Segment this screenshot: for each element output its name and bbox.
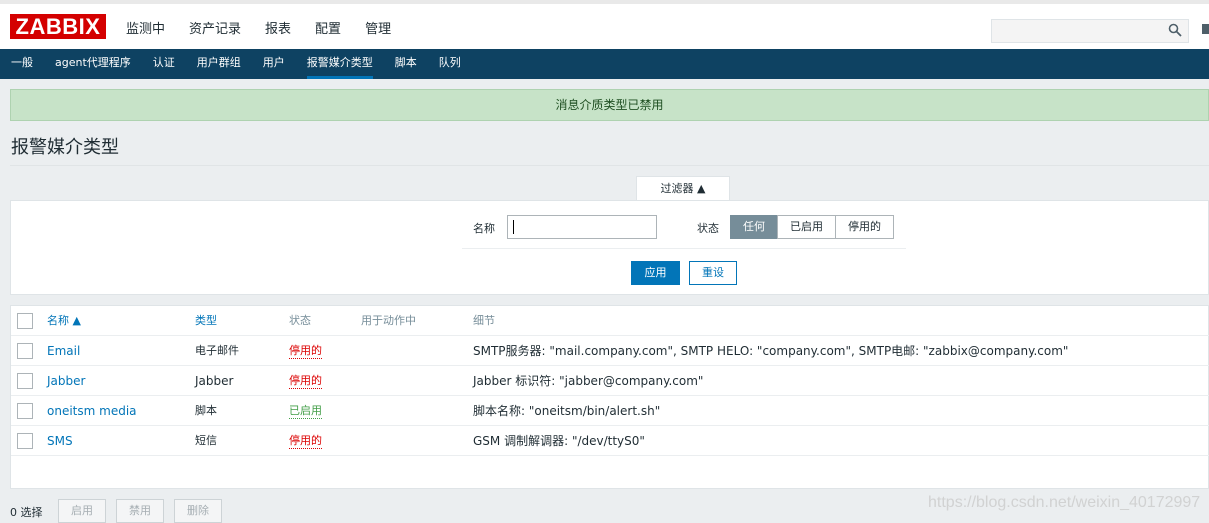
media-name-link[interactable]: SMS — [47, 426, 73, 456]
status-toggle-disabled[interactable]: 停用的 — [289, 344, 322, 359]
media-details: GSM 调制解调器: "/dev/ttyS0" — [473, 434, 645, 448]
status-disabled[interactable]: 停用的 — [835, 215, 894, 239]
header-details: 细节 — [473, 314, 495, 327]
table-row: oneitsm media 脚本 已启用 脚本名称: "oneitsm/bin/… — [11, 396, 1209, 426]
main-nav: 监测中 资产记录 报表 配置 管理 — [126, 18, 415, 37]
header-name[interactable]: 名称 ▲ — [47, 306, 81, 336]
filter-panel: 名称 状态 任何 已启用 停用的 应用 重设 — [10, 200, 1209, 295]
filter-name-label: 名称 — [473, 222, 495, 235]
table-row: SMS 短信 停用的 GSM 调制解调器: "/dev/ttyS0" — [11, 426, 1209, 456]
page-title: 报警媒介类型 — [11, 137, 119, 158]
nav-administration[interactable]: 管理 — [365, 18, 391, 37]
media-details: 脚本名称: "oneitsm/bin/alert.sh" — [473, 404, 661, 418]
select-all-checkbox[interactable] — [17, 313, 33, 329]
selected-count: 0 选择 — [10, 506, 43, 519]
subnav-proxies[interactable]: agent代理程序 — [55, 49, 131, 79]
apply-button[interactable]: 应用 — [631, 261, 680, 285]
media-name-link[interactable]: oneitsm media — [47, 396, 137, 426]
success-message: 消息介质类型已禁用 — [10, 89, 1209, 121]
media-type: 电子邮件 — [195, 344, 239, 357]
table-row: Jabber Jabber 停用的 Jabber 标识符: "jabber@co… — [11, 366, 1209, 396]
subnav-scripts[interactable]: 脚本 — [395, 49, 417, 79]
nav-monitoring[interactable]: 监测中 — [126, 18, 165, 37]
status-enabled[interactable]: 已启用 — [777, 215, 836, 239]
status-segmented-control: 任何 已启用 停用的 — [730, 215, 894, 239]
status-toggle-disabled[interactable]: 停用的 — [289, 434, 322, 449]
header-status: 状态 — [289, 314, 311, 327]
nav-reports[interactable]: 报表 — [265, 18, 291, 37]
media-details: Jabber 标识符: "jabber@company.com" — [473, 374, 704, 388]
filter-status-label: 状态 — [697, 222, 719, 235]
media-type: 短信 — [195, 434, 217, 447]
table-header-row: 名称 ▲ 类型 状态 用于动作中 细节 — [11, 306, 1209, 336]
nav-configuration[interactable]: 配置 — [315, 18, 341, 37]
media-type: Jabber — [195, 374, 234, 388]
filter-tab[interactable]: 过滤器 ▲ — [636, 176, 730, 201]
filter-name-input[interactable] — [507, 215, 657, 239]
reset-button[interactable]: 重设 — [689, 261, 737, 285]
header-type[interactable]: 类型 — [195, 306, 217, 336]
row-checkbox[interactable] — [17, 373, 33, 389]
media-types-table: 名称 ▲ 类型 状态 用于动作中 细节 Email 电子邮件 停用的 SMTP服… — [10, 305, 1209, 489]
text-cursor — [513, 220, 514, 234]
subnav-queue[interactable]: 队列 — [439, 49, 461, 79]
subnav-users[interactable]: 用户 — [263, 49, 285, 79]
sub-nav: 一般 agent代理程序 认证 用户群组 用户 报警媒介类型 脚本 队列 — [0, 49, 1209, 79]
title-divider — [10, 165, 1209, 166]
subnav-media-types[interactable]: 报警媒介类型 — [306, 49, 373, 79]
status-toggle-disabled[interactable]: 停用的 — [289, 374, 322, 389]
nav-inventory[interactable]: 资产记录 — [189, 18, 241, 37]
media-details: SMTP服务器: "mail.company.com", SMTP HELO: … — [473, 344, 1069, 358]
share-icon[interactable] — [1202, 24, 1209, 34]
media-name-link[interactable]: Email — [47, 336, 80, 366]
subnav-authentication[interactable]: 认证 — [153, 49, 175, 79]
status-any[interactable]: 任何 — [730, 215, 778, 239]
status-toggle-enabled[interactable]: 已启用 — [289, 404, 322, 419]
media-type: 脚本 — [195, 404, 217, 417]
zabbix-logo[interactable]: ZABBIX — [10, 14, 106, 39]
search-input[interactable] — [991, 19, 1189, 43]
search-icon[interactable] — [1168, 23, 1182, 37]
enable-button[interactable]: 启用 — [58, 499, 106, 523]
row-checkbox[interactable] — [17, 403, 33, 419]
header-used-in-actions: 用于动作中 — [361, 314, 416, 327]
watermark: https://blog.csdn.net/weixin_40172997 — [928, 494, 1201, 511]
subnav-general[interactable]: 一般 — [11, 49, 33, 79]
filter-divider — [462, 248, 906, 249]
row-checkbox[interactable] — [17, 343, 33, 359]
subnav-user-groups[interactable]: 用户群组 — [197, 49, 241, 79]
delete-button[interactable]: 删除 — [174, 499, 222, 523]
media-name-link[interactable]: Jabber — [47, 366, 85, 396]
row-checkbox[interactable] — [17, 433, 33, 449]
disable-button[interactable]: 禁用 — [116, 499, 164, 523]
table-row: Email 电子邮件 停用的 SMTP服务器: "mail.company.co… — [11, 336, 1209, 366]
top-bar: ZABBIX 监测中 资产记录 报表 配置 管理 — [0, 0, 1209, 49]
